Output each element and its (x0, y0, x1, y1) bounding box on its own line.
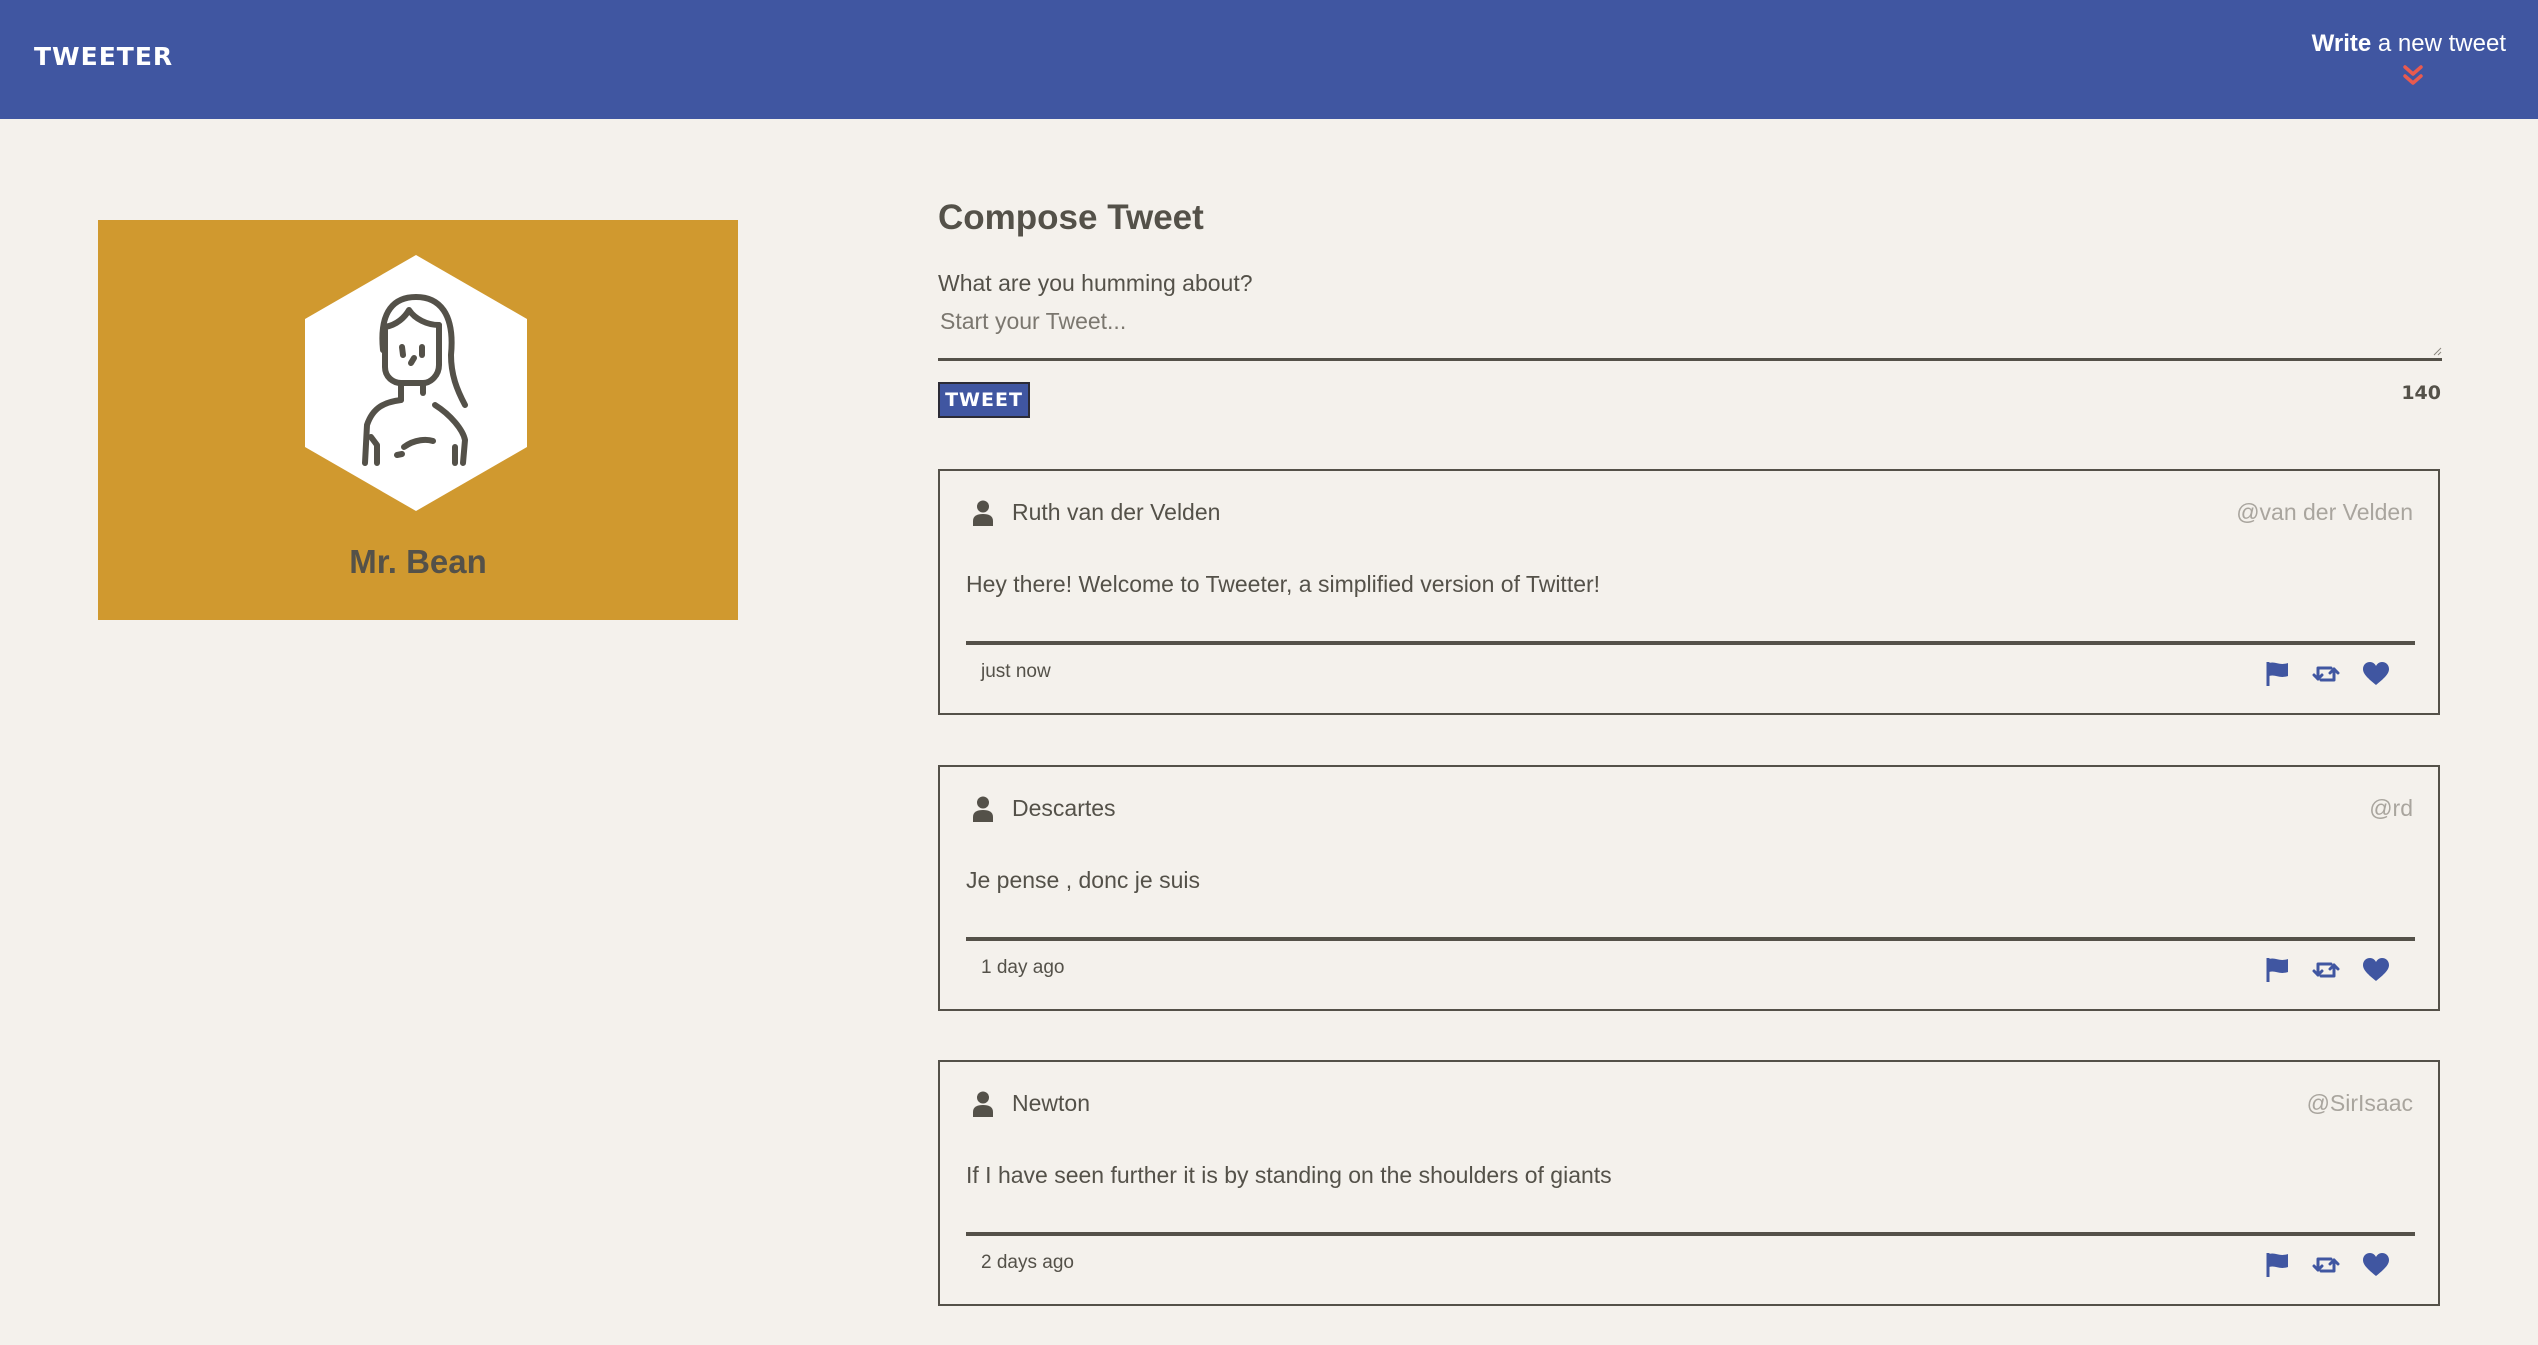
char-counter: 140 (2401, 382, 2441, 404)
tweet-card: Newton @SirIsaac If I have seen further … (938, 1060, 2440, 1306)
top-nav: TWEETER Write a new tweet (0, 0, 2538, 119)
tweet-divider (966, 937, 2415, 941)
flag-icon[interactable] (2264, 1252, 2292, 1278)
tweet-card: Ruth van der Velden @van der Velden Hey … (938, 469, 2440, 715)
resize-grip-icon[interactable] (2432, 346, 2442, 356)
tweet-timestamp: 1 day ago (981, 957, 1065, 978)
tweet-author-name: Newton (1012, 1090, 1090, 1116)
write-bold-text: Write (2311, 30, 2372, 57)
flag-icon[interactable] (2264, 957, 2292, 983)
tweet-text: Hey there! Welcome to Tweeter, a simplif… (966, 571, 1601, 597)
user-icon (973, 796, 993, 822)
tweet-textarea[interactable] (938, 308, 2442, 361)
retweet-icon[interactable] (2312, 661, 2340, 687)
tweet-text: If I have seen further it is by standing… (966, 1162, 1612, 1188)
tweet-submit-button[interactable]: TWEET (938, 382, 1030, 418)
write-rest-text: a new tweet (2371, 30, 2506, 57)
double-chevron-down-icon[interactable] (2399, 64, 2427, 88)
profile-name: Mr. Bean (349, 543, 487, 580)
flag-icon[interactable] (2264, 661, 2292, 687)
tweet-author-handle: @rd (2369, 795, 2413, 821)
compose-title: Compose Tweet (938, 198, 1204, 237)
tweet-author-name: Descartes (1012, 795, 1116, 821)
tweet-card: Descartes @rd Je pense , donc je suis 1 … (938, 765, 2440, 1011)
heart-icon[interactable] (2362, 661, 2390, 687)
write-new-tweet-link[interactable]: Write a new tweet (2312, 30, 2506, 58)
tweet-author-name: Ruth van der Velden (1012, 499, 1221, 525)
brand-logo[interactable]: TWEETER (34, 42, 173, 71)
profile-card: Mr. Bean (98, 220, 738, 620)
heart-icon[interactable] (2362, 1252, 2390, 1278)
tweet-timestamp: just now (981, 661, 1051, 682)
woman-avatar-icon (305, 255, 527, 511)
tweet-timestamp: 2 days ago (981, 1252, 1074, 1273)
user-icon (973, 1091, 993, 1117)
tweet-divider (966, 1232, 2415, 1236)
tweet-divider (966, 641, 2415, 645)
retweet-icon[interactable] (2312, 1252, 2340, 1278)
compose-label: What are you humming about? (938, 270, 1253, 296)
retweet-icon[interactable] (2312, 957, 2340, 983)
user-icon (973, 500, 993, 526)
tweet-author-handle: @van der Velden (2236, 499, 2413, 525)
tweet-text: Je pense , donc je suis (966, 867, 1200, 893)
heart-icon[interactable] (2362, 957, 2390, 983)
tweet-author-handle: @SirIsaac (2306, 1090, 2413, 1116)
